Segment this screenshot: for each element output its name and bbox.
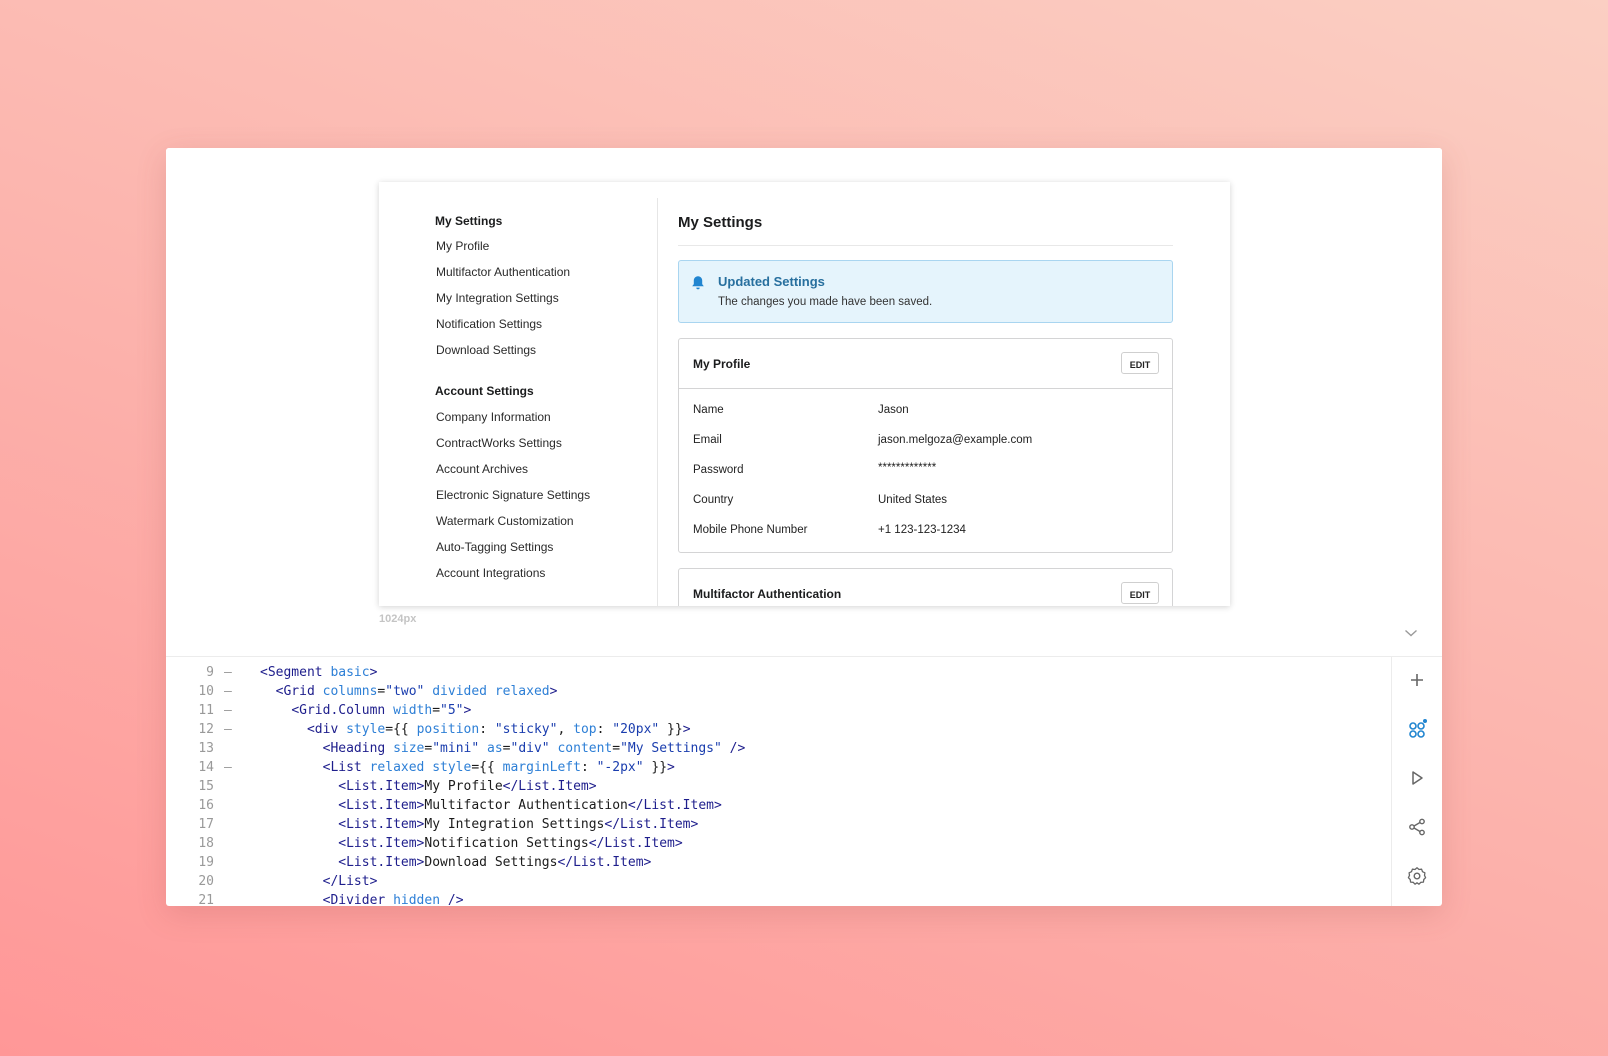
fold-marker[interactable]: – bbox=[224, 722, 232, 737]
preview-pane: My Settings My Profile Multifactor Authe… bbox=[166, 148, 1442, 656]
line-number: 13 bbox=[198, 741, 214, 756]
message-text: The changes you made have been saved. bbox=[718, 296, 933, 308]
line-number: 14 bbox=[198, 760, 214, 775]
my-profile-card: My Profile EDIT Name Jason Email jason.m… bbox=[678, 338, 1173, 553]
line-number: 9 bbox=[206, 665, 214, 680]
code-text: <Grid columns="two" divided relaxed> bbox=[275, 684, 558, 699]
field-label-email: Email bbox=[693, 434, 722, 446]
code-lines[interactable]: 9– <Segment basic> 10– <Grid columns="two"… bbox=[166, 665, 1392, 906]
preview-frame: My Settings My Profile Multifactor Authe… bbox=[379, 182, 1230, 606]
code-text: <Heading size="mini" as="div" content="M… bbox=[322, 741, 746, 756]
field-value-country: United States bbox=[878, 494, 948, 506]
field-value-password: ************* bbox=[878, 462, 937, 474]
code-text: <div style={{ position: "sticky", top: "… bbox=[306, 722, 691, 737]
fold-marker[interactable]: – bbox=[224, 703, 232, 718]
code-text: <List.Item>My Profile</List.Item> bbox=[338, 779, 597, 794]
editor-toolbar bbox=[1391, 657, 1442, 906]
share-icon[interactable] bbox=[1407, 817, 1427, 837]
gear-icon[interactable] bbox=[1407, 866, 1427, 886]
edit-profile-button[interactable]: EDIT bbox=[1121, 352, 1159, 374]
fold-marker[interactable]: – bbox=[224, 760, 232, 775]
code-text: <List.Item>Multifactor Authentication</L… bbox=[338, 798, 722, 813]
play-icon[interactable] bbox=[1407, 768, 1427, 788]
sidebar-item-notification-settings[interactable]: Notification Settings bbox=[436, 317, 542, 331]
field-label-password: Password bbox=[693, 464, 744, 476]
sidebar-item-electronic-signature-settings[interactable]: Electronic Signature Settings bbox=[436, 488, 590, 502]
card-divider bbox=[679, 388, 1172, 389]
frame-width-label: 1024px bbox=[379, 613, 417, 625]
sidebar-item-contractworks-settings[interactable]: ContractWorks Settings bbox=[436, 436, 562, 450]
line-number: 12 bbox=[198, 722, 214, 737]
sidebar-item-my-profile[interactable]: My Profile bbox=[436, 239, 489, 253]
fold-marker[interactable]: – bbox=[224, 684, 232, 699]
line-number: 20 bbox=[198, 874, 214, 889]
sidebar-item-download-settings[interactable]: Download Settings bbox=[436, 343, 536, 357]
field-label-name: Name bbox=[693, 404, 724, 416]
sidebar-item-my-integration-settings[interactable]: My Integration Settings bbox=[436, 291, 559, 305]
sidebar-heading-account-settings: Account Settings bbox=[435, 384, 534, 398]
field-value-mobile-phone: +1 123-123-1234 bbox=[878, 524, 966, 536]
components-icon[interactable] bbox=[1407, 719, 1427, 739]
multifactor-authentication-card: Multifactor Authentication EDIT bbox=[678, 568, 1173, 606]
updated-settings-message: Updated Settings The changes you made ha… bbox=[678, 260, 1173, 323]
line-number: 19 bbox=[198, 855, 214, 870]
code-text: <List.Item>Download Settings</List.Item> bbox=[338, 855, 652, 870]
line-number: 21 bbox=[198, 893, 214, 906]
line-number: 17 bbox=[198, 817, 214, 832]
title-divider bbox=[678, 245, 1173, 246]
fold-marker[interactable]: – bbox=[224, 665, 232, 680]
line-number: 18 bbox=[198, 836, 214, 851]
app-window: My Settings My Profile Multifactor Authe… bbox=[166, 148, 1442, 906]
message-header: Updated Settings bbox=[718, 274, 825, 289]
sidebar-item-account-archives[interactable]: Account Archives bbox=[436, 462, 528, 476]
code-editor[interactable]: 9– <Segment basic> 10– <Grid columns="two"… bbox=[166, 656, 1442, 906]
plus-icon[interactable] bbox=[1407, 670, 1427, 690]
code-text: <Divider hidden /> bbox=[322, 893, 464, 906]
field-label-country: Country bbox=[693, 494, 734, 506]
line-number: 11 bbox=[198, 703, 214, 718]
sidebar-heading-my-settings: My Settings bbox=[435, 214, 503, 228]
code-text: <Segment basic> bbox=[260, 665, 378, 680]
chevron-down-icon[interactable] bbox=[1404, 628, 1418, 638]
code-text: <List.Item>My Integration Settings</List… bbox=[338, 817, 699, 832]
settings-sidebar: My Settings My Profile Multifactor Authe… bbox=[379, 182, 659, 606]
line-number: 10 bbox=[198, 684, 214, 699]
line-number: 15 bbox=[198, 779, 214, 794]
line-number: 16 bbox=[198, 798, 214, 813]
settings-content: My Settings Updated Settings The changes… bbox=[678, 182, 1173, 606]
page-title: My Settings bbox=[678, 214, 763, 231]
column-divider bbox=[657, 198, 658, 606]
bell-icon bbox=[692, 276, 704, 290]
sidebar-item-auto-tagging-settings[interactable]: Auto-Tagging Settings bbox=[436, 540, 553, 554]
code-text: </List> bbox=[322, 874, 378, 889]
sidebar-item-watermark-customization[interactable]: Watermark Customization bbox=[436, 514, 574, 528]
sidebar-item-account-integrations[interactable]: Account Integrations bbox=[436, 566, 545, 580]
field-value-name: Jason bbox=[878, 404, 909, 416]
card-title: My Profile bbox=[693, 357, 751, 371]
field-value-email: jason.melgoza@example.com bbox=[878, 434, 1033, 446]
code-text: <List relaxed style={{ marginLeft: "-2px… bbox=[322, 760, 675, 775]
card-title: Multifactor Authentication bbox=[693, 587, 842, 601]
sidebar-item-multifactor-authentication[interactable]: Multifactor Authentication bbox=[436, 265, 570, 279]
code-text: <List.Item>Notification Settings</List.I… bbox=[338, 836, 683, 851]
field-label-mobile-phone: Mobile Phone Number bbox=[693, 524, 808, 536]
code-text: <Grid.Column width="5"> bbox=[291, 703, 472, 718]
edit-mfa-button[interactable]: EDIT bbox=[1121, 582, 1159, 604]
sidebar-item-company-information[interactable]: Company Information bbox=[436, 410, 551, 424]
